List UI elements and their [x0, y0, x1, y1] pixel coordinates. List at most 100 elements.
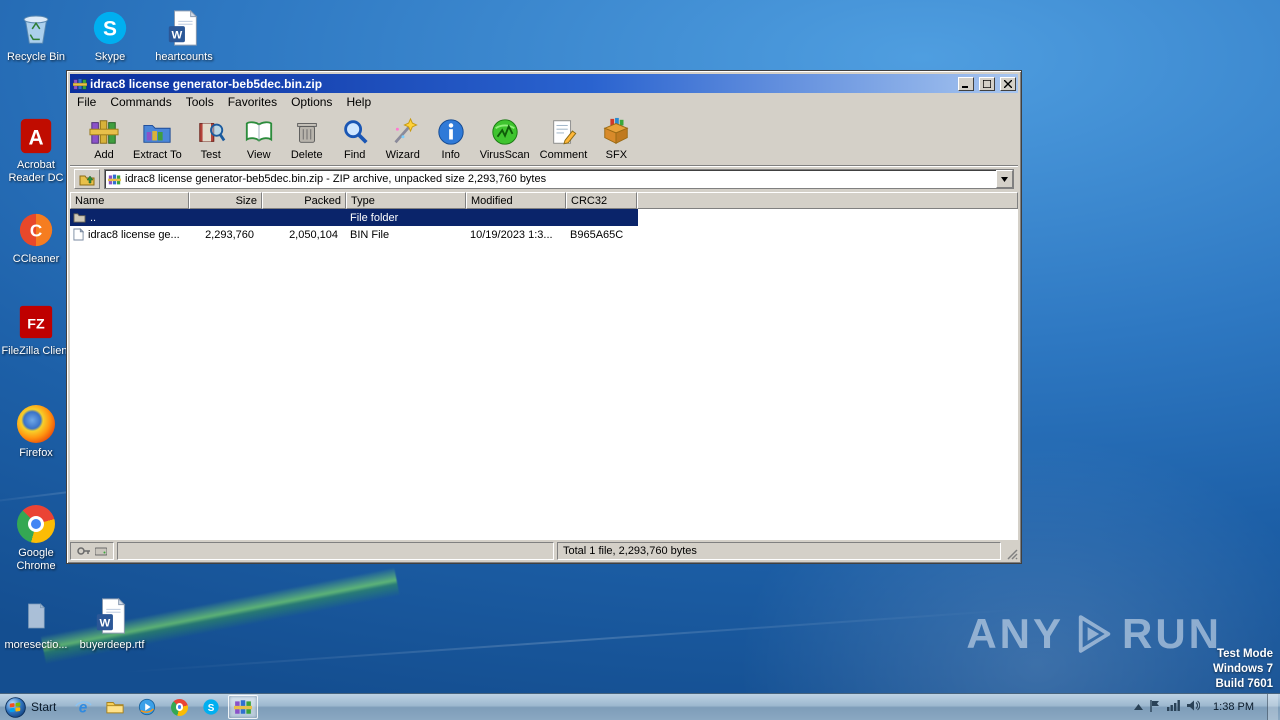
title-bar[interactable]: idrac8 license generator-beb5dec.bin.zip	[70, 74, 1018, 93]
file-list: .. File folder idrac8 license ge... 2,29…	[70, 209, 1018, 540]
start-button[interactable]: Start	[0, 694, 65, 720]
anyrun-brand-right: RUN	[1122, 610, 1222, 658]
menu-help[interactable]: Help	[339, 94, 378, 110]
virus-scan-button[interactable]: VirusScan	[475, 114, 535, 163]
status-icons-panel	[70, 542, 114, 560]
test-button[interactable]: Test	[187, 114, 235, 163]
desktop-icon-firefox[interactable]: Firefox	[0, 404, 72, 460]
find-button[interactable]: Find	[331, 114, 379, 163]
tray-volume-icon[interactable]	[1187, 700, 1200, 714]
menu-file[interactable]: File	[70, 94, 103, 110]
combo-dropdown-button[interactable]	[996, 170, 1013, 188]
file-size: 2,293,760	[189, 229, 262, 241]
svg-text:FZ: FZ	[27, 317, 45, 333]
delete-button[interactable]: Delete	[283, 114, 331, 163]
desktop-icon-acrobat[interactable]: A Acrobat Reader DC	[0, 116, 72, 185]
column-header-name[interactable]: Name	[70, 192, 189, 209]
desktop-icon-moresection[interactable]: moresectio...	[0, 596, 72, 652]
close-button[interactable]	[1000, 77, 1016, 91]
chevron-down-icon	[1001, 177, 1008, 182]
view-button[interactable]: View	[235, 114, 283, 163]
folder-up-row-icon	[73, 212, 86, 223]
toolbar-label: SFX	[606, 149, 627, 161]
up-one-level-button[interactable]	[74, 169, 100, 189]
column-header-packed[interactable]: Packed	[262, 192, 346, 209]
maximize-button[interactable]	[979, 77, 995, 91]
comment-button[interactable]: Comment	[535, 114, 593, 163]
word-document-icon: W	[164, 8, 204, 48]
column-header-modified[interactable]: Modified	[466, 192, 566, 209]
tray-network-icon[interactable]	[1167, 700, 1180, 714]
menu-commands[interactable]: Commands	[103, 94, 178, 110]
taskbar-winrar-button[interactable]	[228, 695, 258, 719]
archive-path-combo[interactable]: idrac8 license generator-beb5dec.bin.zip…	[104, 169, 1014, 189]
desktop-icon-ccleaner[interactable]: C CCleaner	[0, 210, 72, 266]
extract-to-icon	[142, 117, 172, 147]
resize-grip[interactable]	[1004, 542, 1018, 560]
desktop-icon-label: Skype	[74, 51, 146, 64]
column-header-type[interactable]: Type	[346, 192, 466, 209]
winrar-window: idrac8 license generator-beb5dec.bin.zip…	[66, 70, 1022, 564]
column-header-size[interactable]: Size	[189, 192, 262, 209]
delete-icon	[292, 117, 322, 147]
taskbar-ie-button[interactable]: e	[68, 695, 98, 719]
minimize-button[interactable]	[958, 77, 974, 91]
document-icon	[16, 596, 56, 636]
file-row-parent-dir[interactable]: .. File folder	[70, 209, 1018, 226]
window-title: idrac8 license generator-beb5dec.bin.zip	[90, 77, 953, 91]
desktop-icon-label: Acrobat Reader DC	[0, 159, 72, 185]
add-button[interactable]: Add	[80, 114, 128, 163]
desktop-icon-filezilla[interactable]: FZ FileZilla Client	[0, 302, 72, 358]
column-header-crc32[interactable]: CRC32	[566, 192, 637, 209]
svg-text:S: S	[208, 703, 215, 714]
taskbar-explorer-button[interactable]	[100, 695, 130, 719]
status-bar: Total 1 file, 2,293,760 bytes	[70, 540, 1018, 560]
chrome-icon	[16, 504, 56, 544]
svg-text:W: W	[99, 617, 110, 629]
winrar-app-icon	[73, 77, 87, 91]
winrar-icon	[234, 698, 252, 716]
sandbox-os: Windows 7	[1213, 662, 1273, 677]
taskbar-chrome-button[interactable]	[164, 695, 194, 719]
desktop-icon-heartcounts[interactable]: W heartcounts	[148, 8, 220, 64]
file-name: ..	[90, 212, 96, 224]
sfx-button[interactable]: SFX	[592, 114, 640, 163]
resize-grip-icon	[1006, 548, 1018, 560]
taskbar-skype-button[interactable]: S	[196, 695, 226, 719]
wizard-button[interactable]: Wizard	[379, 114, 427, 163]
skype-icon: S	[90, 8, 130, 48]
taskbar-media-player-button[interactable]	[132, 695, 162, 719]
file-row-bin[interactable]: idrac8 license ge... 2,293,760 2,050,104…	[70, 226, 1018, 243]
drive-icon	[95, 546, 107, 556]
address-bar: idrac8 license generator-beb5dec.bin.zip…	[70, 166, 1018, 192]
toolbar-label: Info	[442, 149, 460, 161]
tray-action-center-icon[interactable]	[1150, 700, 1160, 715]
sandbox-mode: Test Mode	[1213, 647, 1273, 662]
chrome-icon	[171, 699, 188, 716]
word-document-icon: W	[92, 596, 132, 636]
desktop-icon-label: heartcounts	[148, 51, 220, 64]
anyrun-watermark: ANY RUN	[966, 610, 1222, 658]
desktop-icon-buyerdeep[interactable]: W buyerdeep.rtf	[76, 596, 148, 652]
desktop-icon-chrome[interactable]: Google Chrome	[0, 504, 72, 573]
ccleaner-icon: C	[16, 210, 56, 250]
close-icon	[1004, 80, 1012, 88]
menu-favorites[interactable]: Favorites	[221, 94, 284, 110]
desktop-icon-skype[interactable]: S Skype	[74, 8, 146, 64]
show-desktop-button[interactable]	[1267, 694, 1278, 720]
extract-to-button[interactable]: Extract To	[128, 114, 187, 163]
column-headers: Name Size Packed Type Modified CRC32	[70, 192, 1018, 209]
menu-options[interactable]: Options	[284, 94, 339, 110]
menu-tools[interactable]: Tools	[179, 94, 221, 110]
tray-show-hidden-icons-button[interactable]	[1134, 701, 1143, 713]
desktop-icon-label: Recycle Bin	[0, 51, 72, 64]
taskbar-clock[interactable]: 1:38 PM	[1207, 701, 1260, 713]
desktop: Recycle Bin S Skype W heartcounts A Acro…	[0, 0, 1280, 720]
desktop-icon-recycle-bin[interactable]: Recycle Bin	[0, 8, 72, 64]
test-archive-icon	[196, 117, 226, 147]
info-button[interactable]: Info	[427, 114, 475, 163]
maximize-icon	[983, 80, 991, 88]
file-packed: 2,050,104	[262, 229, 346, 241]
skype-icon: S	[202, 698, 220, 716]
comment-icon	[549, 117, 579, 147]
